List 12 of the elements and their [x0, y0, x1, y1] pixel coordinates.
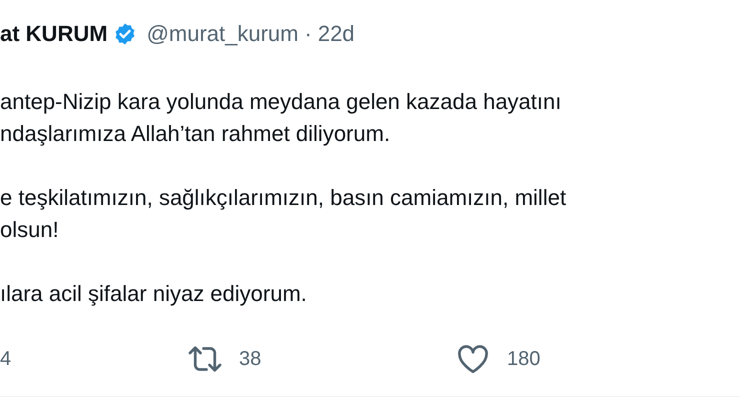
tweet-text: antep-Nizip kara yolunda meydana gelen kazada hayatını	[0, 88, 562, 116]
tweet-text: e teşkilatımızın, sağlıkçılarımızın, basın camiamızın, millet	[0, 184, 568, 212]
tweet-text: olsun!	[0, 216, 60, 244]
timestamp: 22d	[318, 21, 355, 47]
separator-dot: ·	[304, 21, 312, 47]
tweet-text: ılara acil şifalar niyaz ediyorum.	[0, 280, 308, 308]
user-handle[interactable]: @murat_kurum	[146, 21, 298, 47]
tweet-text: ndaşlarımıza Allah’tan rahmet diliyorum.	[0, 120, 392, 148]
like-count: 180	[507, 348, 540, 370]
author-name[interactable]: at KURUM	[0, 21, 108, 47]
reply-count: 4	[0, 348, 12, 370]
retweet-count: 38	[239, 348, 262, 370]
